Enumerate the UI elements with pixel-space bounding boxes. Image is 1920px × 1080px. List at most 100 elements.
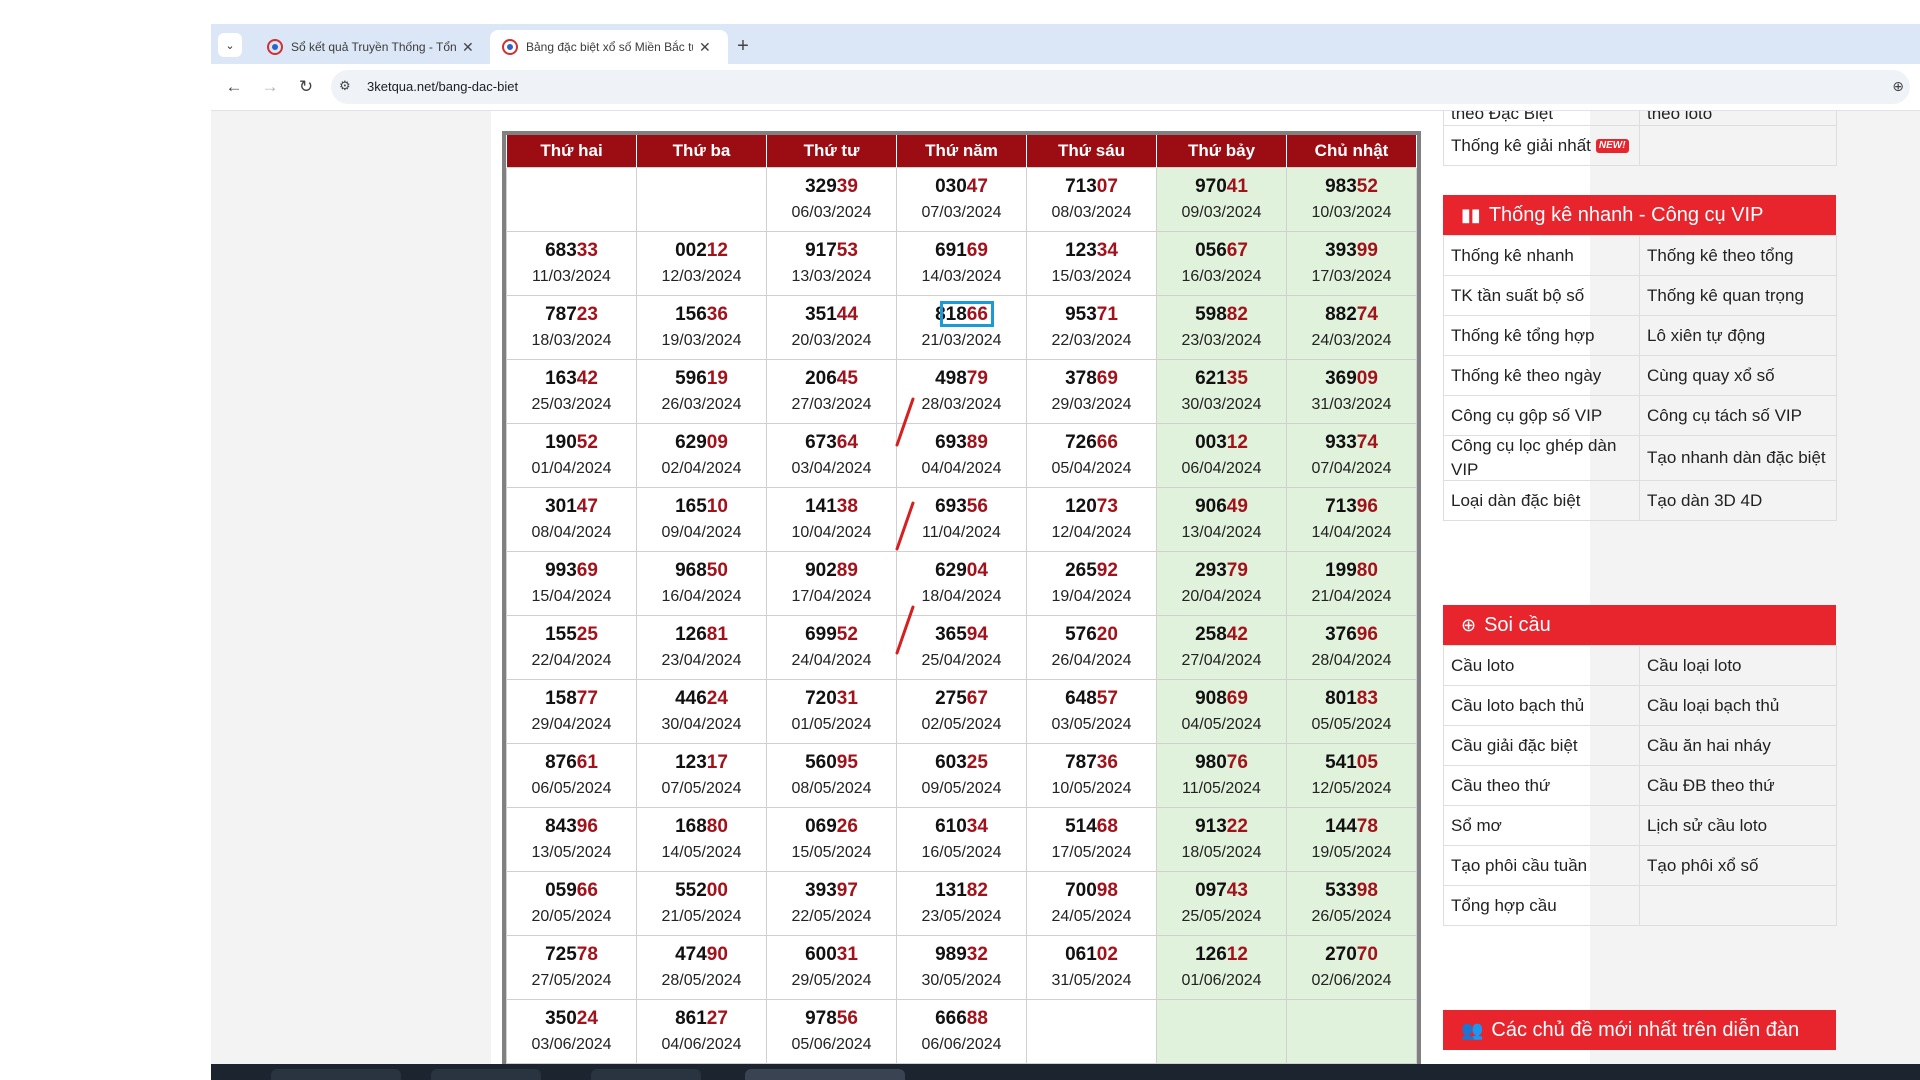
result-cell[interactable]: 69169 14/03/2024 xyxy=(896,231,1027,296)
result-cell[interactable]: 98076 11/05/2024 xyxy=(1156,743,1287,808)
sidebar-link-theo-loto[interactable]: theo loto xyxy=(1639,111,1837,126)
result-cell[interactable]: 51468 17/05/2024 xyxy=(1026,807,1157,872)
sidebar-link[interactable]: Lịch sử cầu loto xyxy=(1639,805,1837,846)
result-cell[interactable]: 32939 06/03/2024 xyxy=(766,167,897,232)
result-cell[interactable]: 16510 09/04/2024 xyxy=(636,487,767,552)
result-cell[interactable]: 47490 28/05/2024 xyxy=(636,935,767,1000)
result-cell[interactable]: 59619 26/03/2024 xyxy=(636,359,767,424)
result-cell[interactable]: 98352 10/03/2024 xyxy=(1286,167,1417,232)
result-cell[interactable]: 98932 30/05/2024 xyxy=(896,935,1027,1000)
site-settings-icon[interactable]: ⚙ xyxy=(339,78,351,94)
result-cell[interactable]: 91322 18/05/2024 xyxy=(1156,807,1287,872)
result-cell[interactable]: 62135 30/03/2024 xyxy=(1156,359,1287,424)
result-cell[interactable]: 00212 12/03/2024 xyxy=(636,231,767,296)
result-cell[interactable]: 72666 05/04/2024 xyxy=(1026,423,1157,488)
sidebar-link[interactable]: Thống kê quan trọng xyxy=(1639,275,1837,316)
result-cell[interactable]: 36909 31/03/2024 xyxy=(1286,359,1417,424)
result-cell[interactable]: 90649 13/04/2024 xyxy=(1156,487,1287,552)
sidebar-link[interactable]: Cầu ăn hai nháy xyxy=(1639,725,1837,766)
result-cell[interactable]: 57620 26/04/2024 xyxy=(1026,615,1157,680)
result-cell[interactable]: 69952 24/04/2024 xyxy=(766,615,897,680)
taskbar-item[interactable] xyxy=(271,1069,401,1080)
taskbar-item[interactable] xyxy=(591,1069,701,1080)
result-cell[interactable]: 67364 03/04/2024 xyxy=(766,423,897,488)
result-cell[interactable]: 35144 20/03/2024 xyxy=(766,295,897,360)
sidebar-link[interactable]: Tạo phôi cầu tuần xyxy=(1443,845,1640,886)
new-tab-button[interactable]: + xyxy=(729,32,757,60)
result-cell[interactable]: 59882 23/03/2024 xyxy=(1156,295,1287,360)
address-bar[interactable]: ⚙ 3ketqua.net/bang-dac-biet ⊕ xyxy=(331,70,1910,104)
close-icon[interactable]: ✕ xyxy=(699,39,711,56)
result-cell[interactable]: 14138 10/04/2024 xyxy=(766,487,897,552)
result-cell[interactable]: 69389 04/04/2024 xyxy=(896,423,1027,488)
result-cell[interactable]: 16342 25/03/2024 xyxy=(506,359,637,424)
browser-tab-so-ket-qua[interactable]: Sổ kết quả Truyền Thống - Tổng ✕ xyxy=(255,30,490,64)
sidebar-link[interactable]: Tạo dàn 3D 4D xyxy=(1639,480,1837,521)
result-cell[interactable]: 12681 23/04/2024 xyxy=(636,615,767,680)
result-cell[interactable]: 05667 16/03/2024 xyxy=(1156,231,1287,296)
url-text[interactable]: 3ketqua.net/bang-dac-biet xyxy=(367,79,518,94)
result-cell[interactable]: 60325 09/05/2024 xyxy=(896,743,1027,808)
result-cell[interactable]: 03047 07/03/2024 xyxy=(896,167,1027,232)
sidebar-link[interactable]: Thống kê theo ngày xyxy=(1443,355,1640,396)
sidebar-link[interactable]: Thống kê nhanh xyxy=(1443,235,1640,276)
sidebar-link[interactable]: TK tần suất bộ số xyxy=(1443,275,1640,316)
result-cell[interactable]: 09743 25/05/2024 xyxy=(1156,871,1287,936)
result-cell[interactable]: 12073 12/04/2024 xyxy=(1026,487,1157,552)
result-cell[interactable]: 39399 17/03/2024 xyxy=(1286,231,1417,296)
result-cell[interactable]: 60031 29/05/2024 xyxy=(766,935,897,1000)
result-cell[interactable]: 15877 29/04/2024 xyxy=(506,679,637,744)
result-cell[interactable]: 27567 02/05/2024 xyxy=(896,679,1027,744)
back-arrow-icon[interactable]: ← xyxy=(221,74,247,100)
result-cell[interactable]: 00312 06/04/2024 xyxy=(1156,423,1287,488)
result-cell[interactable]: 64857 03/05/2024 xyxy=(1026,679,1157,744)
chevron-down-icon[interactable]: ⌄ xyxy=(218,33,242,57)
sidebar-link[interactable]: Công cụ gộp số VIP xyxy=(1443,395,1640,436)
result-cell[interactable]: 93374 07/04/2024 xyxy=(1286,423,1417,488)
result-cell[interactable]: 69356 11/04/2024 xyxy=(896,487,1027,552)
result-cell[interactable]: 84396 13/05/2024 xyxy=(506,807,637,872)
zoom-icon[interactable]: ⊕ xyxy=(1892,78,1904,95)
sidebar-link[interactable]: Tạo phôi xổ số xyxy=(1639,845,1837,886)
result-cell[interactable]: 88274 24/03/2024 xyxy=(1286,295,1417,360)
result-cell[interactable]: 95371 22/03/2024 xyxy=(1026,295,1157,360)
result-cell[interactable]: 81866 21/03/2024 xyxy=(896,295,1027,360)
sidebar-link[interactable]: Cầu giải đặc biệt xyxy=(1443,725,1640,766)
result-cell[interactable]: 62909 02/04/2024 xyxy=(636,423,767,488)
result-cell[interactable]: 44624 30/04/2024 xyxy=(636,679,767,744)
result-cell[interactable]: 90289 17/04/2024 xyxy=(766,551,897,616)
result-cell[interactable]: 71307 08/03/2024 xyxy=(1026,167,1157,232)
result-cell[interactable]: 62904 18/04/2024 xyxy=(896,551,1027,616)
result-cell[interactable]: 97856 05/06/2024 xyxy=(766,999,897,1064)
result-cell[interactable]: 06102 31/05/2024 xyxy=(1026,935,1157,1000)
result-cell[interactable]: 29379 20/04/2024 xyxy=(1156,551,1287,616)
result-cell[interactable]: 30147 08/04/2024 xyxy=(506,487,637,552)
result-cell[interactable]: 12612 01/06/2024 xyxy=(1156,935,1287,1000)
result-cell[interactable]: 19052 01/04/2024 xyxy=(506,423,637,488)
result-cell[interactable]: 54105 12/05/2024 xyxy=(1286,743,1417,808)
sidebar-link-theo-dac-biet[interactable]: theo Đặc Biệt xyxy=(1443,111,1640,126)
result-cell[interactable]: 13182 23/05/2024 xyxy=(896,871,1027,936)
sidebar-link[interactable]: Thống kê theo tổng xyxy=(1639,235,1837,276)
sidebar-link[interactable]: Công cụ lọc ghép dàn VIP xyxy=(1443,435,1640,481)
result-cell[interactable]: 78736 10/05/2024 xyxy=(1026,743,1157,808)
sidebar-link[interactable]: Cùng quay xổ số xyxy=(1639,355,1837,396)
result-cell[interactable]: 19980 21/04/2024 xyxy=(1286,551,1417,616)
sidebar-link[interactable]: Cầu loto bạch thủ xyxy=(1443,685,1640,726)
result-cell[interactable]: 35024 03/06/2024 xyxy=(506,999,637,1064)
result-cell[interactable]: 99369 15/04/2024 xyxy=(506,551,637,616)
sidebar-link[interactable]: Sổ mơ xyxy=(1443,805,1640,846)
result-cell[interactable]: 97041 09/03/2024 xyxy=(1156,167,1287,232)
result-cell[interactable]: 91753 13/03/2024 xyxy=(766,231,897,296)
result-cell[interactable]: 20645 27/03/2024 xyxy=(766,359,897,424)
close-icon[interactable]: ✕ xyxy=(462,39,474,56)
result-cell[interactable]: 05966 20/05/2024 xyxy=(506,871,637,936)
forward-arrow-icon[interactable]: → xyxy=(257,74,283,100)
result-cell[interactable]: 12317 07/05/2024 xyxy=(636,743,767,808)
result-cell[interactable]: 53398 26/05/2024 xyxy=(1286,871,1417,936)
result-cell[interactable]: 90869 04/05/2024 xyxy=(1156,679,1287,744)
result-cell[interactable]: 37869 29/03/2024 xyxy=(1026,359,1157,424)
result-cell[interactable]: 39397 22/05/2024 xyxy=(766,871,897,936)
result-cell[interactable]: 80183 05/05/2024 xyxy=(1286,679,1417,744)
result-cell[interactable]: 14478 19/05/2024 xyxy=(1286,807,1417,872)
